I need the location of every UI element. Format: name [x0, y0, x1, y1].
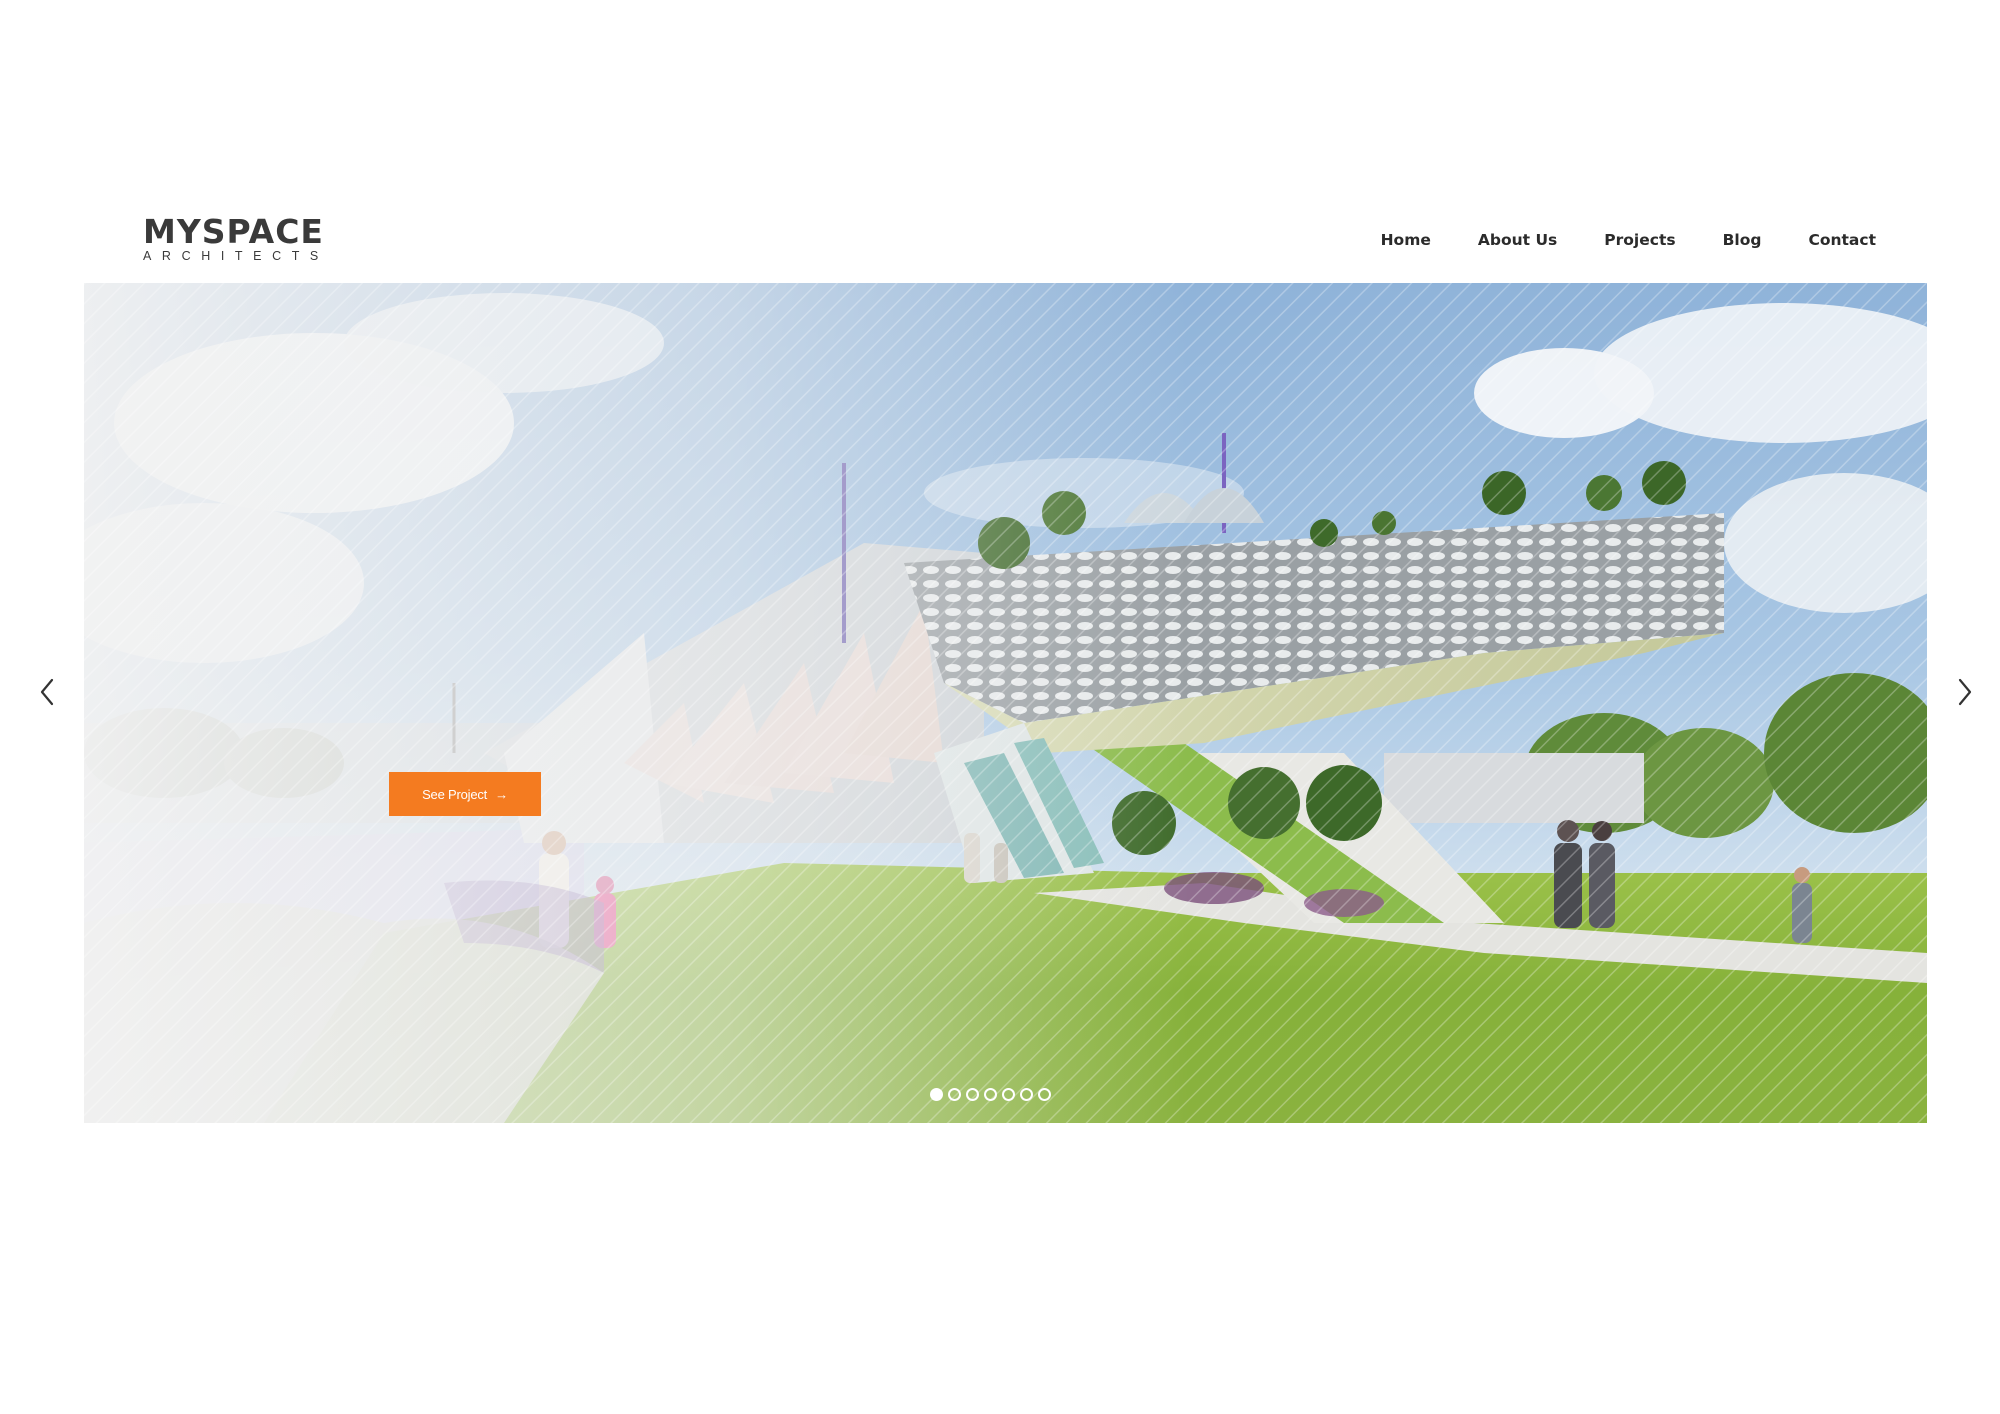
slider-dot-4[interactable]	[984, 1088, 997, 1101]
page: MYSPACE ARCHITECTS Home About Us Project…	[0, 0, 2000, 1414]
slider-dot-3[interactable]	[966, 1088, 979, 1101]
slider-dot-1[interactable]	[930, 1088, 943, 1101]
slider-dot-7[interactable]	[1038, 1088, 1051, 1101]
arrow-right-icon: →	[495, 786, 508, 802]
nav-item-blog[interactable]: Blog	[1723, 229, 1762, 251]
slider-dot-6[interactable]	[1020, 1088, 1033, 1101]
see-project-button[interactable]: See Project →	[389, 772, 541, 816]
hero-image	[84, 283, 1927, 1123]
nav-item-projects[interactable]: Projects	[1604, 229, 1675, 251]
hero-slider: See Project →	[84, 283, 1927, 1123]
brand-name: MYSPACE	[143, 212, 324, 251]
main-nav: Home About Us Projects Blog Contact	[1334, 229, 1876, 251]
slider-dot-2[interactable]	[948, 1088, 961, 1101]
slider-prev-button[interactable]	[34, 672, 62, 712]
nav-item-home[interactable]: Home	[1381, 229, 1431, 251]
chevron-right-icon	[1958, 678, 1972, 706]
slider-next-button[interactable]	[1950, 672, 1978, 712]
brand-tagline: ARCHITECTS	[143, 249, 329, 263]
nav-item-about-us[interactable]: About Us	[1478, 229, 1557, 251]
nav-item-contact[interactable]: Contact	[1808, 229, 1876, 251]
slider-pagination	[930, 1088, 1051, 1101]
slider-dot-5[interactable]	[1002, 1088, 1015, 1101]
brand-logo[interactable]: MYSPACE ARCHITECTS	[143, 214, 338, 264]
chevron-left-icon	[40, 678, 54, 706]
see-project-label: See Project	[422, 786, 488, 802]
